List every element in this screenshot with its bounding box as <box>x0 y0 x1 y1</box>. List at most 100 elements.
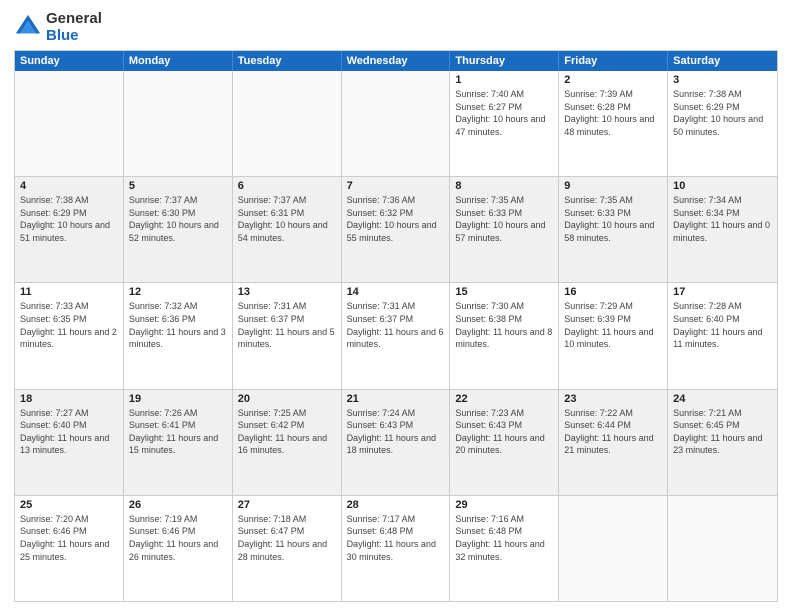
header-day-thursday: Thursday <box>450 51 559 71</box>
calendar-cell: 12 Sunrise: 7:32 AM Sunset: 6:36 PM Dayli… <box>124 283 233 388</box>
calendar-cell: 1 Sunrise: 7:40 AM Sunset: 6:27 PM Daylig… <box>450 71 559 176</box>
day-info: Sunrise: 7:38 AM Sunset: 6:29 PM Dayligh… <box>673 88 772 138</box>
day-number: 20 <box>238 393 336 405</box>
calendar-cell: 26 Sunrise: 7:19 AM Sunset: 6:46 PM Dayli… <box>124 496 233 601</box>
calendar-cell: 23 Sunrise: 7:22 AM Sunset: 6:44 PM Dayli… <box>559 390 668 495</box>
day-number: 9 <box>564 180 662 192</box>
day-info: Sunrise: 7:23 AM Sunset: 6:43 PM Dayligh… <box>455 407 553 457</box>
calendar-row-1: 1 Sunrise: 7:40 AM Sunset: 6:27 PM Daylig… <box>15 71 777 177</box>
calendar-cell: 10 Sunrise: 7:34 AM Sunset: 6:34 PM Dayli… <box>668 177 777 282</box>
day-info: Sunrise: 7:35 AM Sunset: 6:33 PM Dayligh… <box>564 194 662 244</box>
calendar-cell <box>342 71 451 176</box>
calendar-cell <box>559 496 668 601</box>
day-number: 23 <box>564 393 662 405</box>
day-info: Sunrise: 7:35 AM Sunset: 6:33 PM Dayligh… <box>455 194 553 244</box>
calendar-cell: 28Sunrise: 7:17 AM Sunset: 6:48 PM Dayli… <box>342 496 451 601</box>
calendar-cell: 9 Sunrise: 7:35 AM Sunset: 6:33 PM Daylig… <box>559 177 668 282</box>
calendar-body: 1 Sunrise: 7:40 AM Sunset: 6:27 PM Daylig… <box>15 71 777 601</box>
day-number: 15 <box>455 286 553 298</box>
day-info: Sunrise: 7:21 AM Sunset: 6:45 PM Dayligh… <box>673 407 772 457</box>
calendar-cell: 8 Sunrise: 7:35 AM Sunset: 6:33 PM Daylig… <box>450 177 559 282</box>
logo: General Blue <box>14 10 102 44</box>
day-number: 19 <box>129 393 227 405</box>
calendar-cell <box>233 71 342 176</box>
day-info: Sunrise: 7:38 AM Sunset: 6:29 PM Dayligh… <box>20 194 118 244</box>
calendar-cell: 29 Sunrise: 7:16 AM Sunset: 6:48 PM Dayli… <box>450 496 559 601</box>
calendar-cell: 7Sunrise: 7:36 AM Sunset: 6:32 PM Daylig… <box>342 177 451 282</box>
header-day-tuesday: Tuesday <box>233 51 342 71</box>
day-number: 10 <box>673 180 772 192</box>
day-number: 11 <box>20 286 118 298</box>
calendar-cell: 24 Sunrise: 7:21 AM Sunset: 6:45 PM Dayli… <box>668 390 777 495</box>
day-info: Sunrise: 7:16 AM Sunset: 6:48 PM Dayligh… <box>455 513 553 563</box>
calendar-cell: 20 Sunrise: 7:25 AM Sunset: 6:42 PM Dayli… <box>233 390 342 495</box>
calendar-header: SundayMondayTuesdayWednesdayThursdayFrid… <box>15 51 777 71</box>
day-number: 3 <box>673 74 772 86</box>
day-info: Sunrise: 7:19 AM Sunset: 6:46 PM Dayligh… <box>129 513 227 563</box>
day-number: 27 <box>238 499 336 511</box>
day-number: 12 <box>129 286 227 298</box>
calendar-row-5: 25 Sunrise: 7:20 AM Sunset: 6:46 PM Dayli… <box>15 496 777 601</box>
day-number: 8 <box>455 180 553 192</box>
day-number: 18 <box>20 393 118 405</box>
header: General Blue <box>14 10 778 44</box>
calendar-cell: 3 Sunrise: 7:38 AM Sunset: 6:29 PM Daylig… <box>668 71 777 176</box>
calendar-cell: 25 Sunrise: 7:20 AM Sunset: 6:46 PM Dayli… <box>15 496 124 601</box>
header-day-friday: Friday <box>559 51 668 71</box>
day-number: 13 <box>238 286 336 298</box>
day-number: 16 <box>564 286 662 298</box>
header-day-wednesday: Wednesday <box>342 51 451 71</box>
day-info: Sunrise: 7:30 AM Sunset: 6:38 PM Dayligh… <box>455 300 553 350</box>
day-number: 14 <box>347 286 445 298</box>
calendar-cell: 5 Sunrise: 7:37 AM Sunset: 6:30 PM Daylig… <box>124 177 233 282</box>
calendar-cell: 27 Sunrise: 7:18 AM Sunset: 6:47 PM Dayli… <box>233 496 342 601</box>
calendar-cell: 11 Sunrise: 7:33 AM Sunset: 6:35 PM Dayli… <box>15 283 124 388</box>
logo-text: General Blue <box>46 10 102 44</box>
calendar-cell: 17Sunrise: 7:28 AM Sunset: 6:40 PM Dayli… <box>668 283 777 388</box>
day-info: Sunrise: 7:34 AM Sunset: 6:34 PM Dayligh… <box>673 194 772 244</box>
calendar-cell <box>124 71 233 176</box>
calendar-row-3: 11 Sunrise: 7:33 AM Sunset: 6:35 PM Dayli… <box>15 283 777 389</box>
day-number: 17 <box>673 286 772 298</box>
day-info: Sunrise: 7:17 AM Sunset: 6:48 PM Dayligh… <box>347 513 445 563</box>
calendar-cell: 15 Sunrise: 7:30 AM Sunset: 6:38 PM Dayli… <box>450 283 559 388</box>
day-number: 5 <box>129 180 227 192</box>
day-number: 2 <box>564 74 662 86</box>
day-number: 24 <box>673 393 772 405</box>
day-info: Sunrise: 7:18 AM Sunset: 6:47 PM Dayligh… <box>238 513 336 563</box>
day-number: 7 <box>347 180 445 192</box>
day-info: Sunrise: 7:20 AM Sunset: 6:46 PM Dayligh… <box>20 513 118 563</box>
day-info: Sunrise: 7:27 AM Sunset: 6:40 PM Dayligh… <box>20 407 118 457</box>
calendar-cell: 14 Sunrise: 7:31 AM Sunset: 6:37 PM Dayli… <box>342 283 451 388</box>
day-info: Sunrise: 7:37 AM Sunset: 6:31 PM Dayligh… <box>238 194 336 244</box>
day-info: Sunrise: 7:29 AM Sunset: 6:39 PM Dayligh… <box>564 300 662 350</box>
calendar-cell <box>15 71 124 176</box>
day-info: Sunrise: 7:37 AM Sunset: 6:30 PM Dayligh… <box>129 194 227 244</box>
day-info: Sunrise: 7:33 AM Sunset: 6:35 PM Dayligh… <box>20 300 118 350</box>
day-number: 4 <box>20 180 118 192</box>
day-info: Sunrise: 7:25 AM Sunset: 6:42 PM Dayligh… <box>238 407 336 457</box>
day-info: Sunrise: 7:26 AM Sunset: 6:41 PM Dayligh… <box>129 407 227 457</box>
calendar-cell: 22 Sunrise: 7:23 AM Sunset: 6:43 PM Dayli… <box>450 390 559 495</box>
calendar-cell <box>668 496 777 601</box>
calendar-row-2: 4 Sunrise: 7:38 AM Sunset: 6:29 PM Daylig… <box>15 177 777 283</box>
header-day-monday: Monday <box>124 51 233 71</box>
day-info: Sunrise: 7:32 AM Sunset: 6:36 PM Dayligh… <box>129 300 227 350</box>
calendar-cell: 21 Sunrise: 7:24 AM Sunset: 6:43 PM Dayli… <box>342 390 451 495</box>
day-number: 25 <box>20 499 118 511</box>
page: General Blue SundayMondayTuesdayWednesda… <box>0 0 792 612</box>
day-number: 26 <box>129 499 227 511</box>
day-info: Sunrise: 7:31 AM Sunset: 6:37 PM Dayligh… <box>238 300 336 350</box>
day-number: 22 <box>455 393 553 405</box>
calendar-cell: 16 Sunrise: 7:29 AM Sunset: 6:39 PM Dayli… <box>559 283 668 388</box>
day-info: Sunrise: 7:22 AM Sunset: 6:44 PM Dayligh… <box>564 407 662 457</box>
header-day-sunday: Sunday <box>15 51 124 71</box>
day-info: Sunrise: 7:24 AM Sunset: 6:43 PM Dayligh… <box>347 407 445 457</box>
day-number: 6 <box>238 180 336 192</box>
day-number: 21 <box>347 393 445 405</box>
day-info: Sunrise: 7:40 AM Sunset: 6:27 PM Dayligh… <box>455 88 553 138</box>
day-number: 29 <box>455 499 553 511</box>
calendar-cell: 19 Sunrise: 7:26 AM Sunset: 6:41 PM Dayli… <box>124 390 233 495</box>
day-number: 1 <box>455 74 553 86</box>
day-info: Sunrise: 7:31 AM Sunset: 6:37 PM Dayligh… <box>347 300 445 350</box>
